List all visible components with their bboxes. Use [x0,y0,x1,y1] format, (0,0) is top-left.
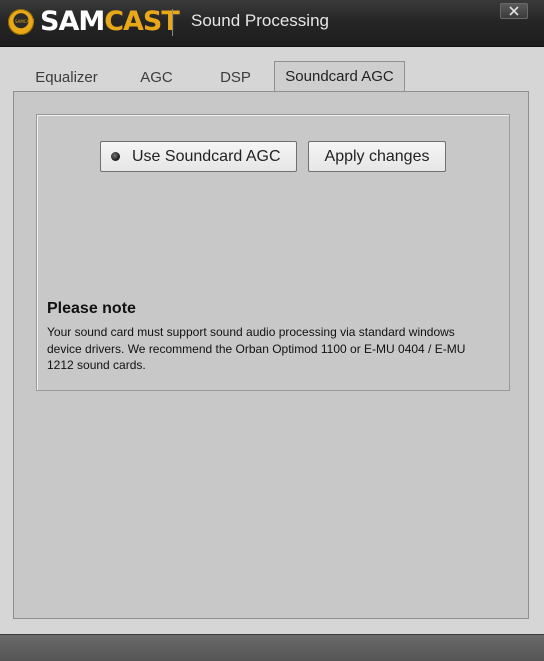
tab-panel-soundcard-agc: Use Soundcard AGC Apply changes Please n… [13,91,529,619]
tab-agc[interactable]: AGC [129,64,184,91]
use-soundcard-agc-toggle[interactable]: Use Soundcard AGC [100,141,297,172]
radio-indicator-icon [111,152,120,161]
status-bar [0,634,544,661]
note-body: Your sound card must support sound audio… [47,325,466,372]
note-title: Please note [47,300,136,317]
title-separator [172,9,173,36]
use-soundcard-agc-label: Use Soundcard AGC [132,148,281,165]
app-logo: SAMCAST [40,4,180,40]
close-icon [509,6,519,16]
soundcard-agc-group: Use Soundcard AGC Apply changes Please n… [36,114,510,391]
tab-equalizer[interactable]: Equalizer [20,64,113,91]
apply-changes-button[interactable]: Apply changes [308,141,446,172]
logo-text-primary: SAM [40,6,105,37]
close-button[interactable] [500,3,528,19]
tab-dsp[interactable]: DSP [208,64,263,91]
tab-bar: Equalizer AGC DSP Soundcard AGC [14,61,530,92]
window-title: Sound Processing [191,11,329,30]
logo-badge-text: SAMCAST [15,19,35,24]
tab-soundcard-agc[interactable]: Soundcard AGC [274,61,405,92]
samcast-logo-icon: SAMCAST [8,9,34,35]
logo-text-accent: CAST [104,6,180,37]
title-bar: SAMCAST SAMCAST Sound Processing [0,0,544,47]
